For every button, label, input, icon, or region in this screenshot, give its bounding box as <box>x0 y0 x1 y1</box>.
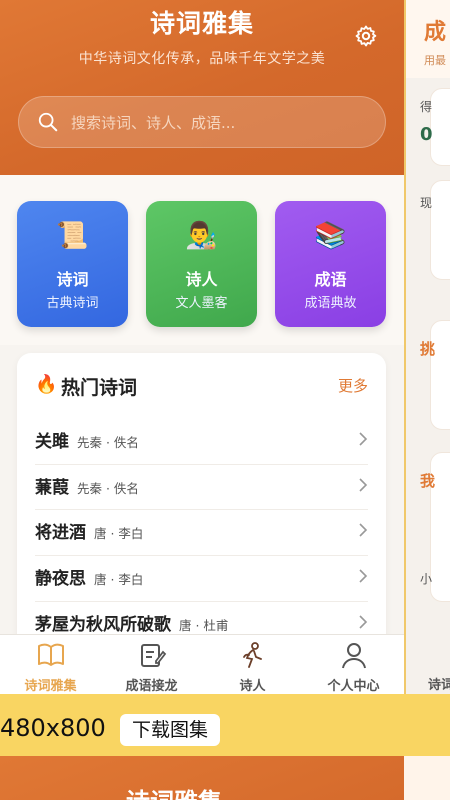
peek-card-value: 0 <box>420 124 433 145</box>
main-screen: 诗词雅集 中华诗词文化传承，品味千年文学之美 📜 诗词 古典诗词 👨‍🎨 诗人 … <box>0 0 404 694</box>
peek-tab-label: 诗词 <box>428 678 450 693</box>
tab-label: 个人中心 <box>327 679 380 694</box>
tab-idiom-chain[interactable]: 成语接龙 <box>101 635 202 694</box>
resolution-label: 480x800 <box>0 714 106 742</box>
category-card-poets[interactable]: 👨‍🎨 诗人 文人墨客 <box>146 201 257 327</box>
category-subtitle: 古典诗词 <box>46 296 99 311</box>
hot-poems-header: 🔥 热门诗词 更多 <box>35 373 368 399</box>
peek-card-sub: 小 <box>420 572 433 586</box>
chevron-right-icon <box>359 523 368 537</box>
poem-title: 茅屋为秋风所破歌 <box>35 614 171 635</box>
peek-card-label: 我 <box>420 472 436 490</box>
category-title: 诗词 <box>56 270 89 289</box>
app-title: 诗词雅集 <box>149 9 254 38</box>
category-subtitle: 成语典故 <box>304 296 357 311</box>
search-input[interactable] <box>71 97 371 149</box>
fire-icon: 🔥 <box>35 374 58 395</box>
category-title: 诗人 <box>185 270 218 289</box>
poet-icon <box>243 642 262 668</box>
list-item[interactable]: 蒹葭 先秦 · 佚名 <box>35 465 368 511</box>
category-subtitle: 文人墨客 <box>175 296 228 311</box>
category-section: 📜 诗词 古典诗词 👨‍🎨 诗人 文人墨客 📚 成语 成语典故 <box>0 175 404 345</box>
hot-poems-card: 🔥 热门诗词 更多 关雎 先秦 · 佚名 蒹葭 先秦 · 佚名 将进酒唐 · 李白 … <box>17 353 386 653</box>
app-subtitle: 中华诗词文化传承，品味千年文学之美 <box>78 51 326 67</box>
category-title: 成语 <box>314 270 347 289</box>
bottom-peek-title: 诗词雅集 <box>126 782 222 800</box>
peek-header: 成 用最 <box>406 0 450 78</box>
peek-card-label: 得 <box>420 100 433 114</box>
search-bar[interactable] <box>18 96 386 149</box>
poem-list: 关雎 先秦 · 佚名 蒹葭 先秦 · 佚名 将进酒唐 · 李白 静夜思唐 · 李白 … <box>35 419 368 647</box>
peek-card-label: 现 <box>420 196 433 210</box>
peek-card <box>430 180 450 280</box>
list-item[interactable]: 静夜思唐 · 李白 <box>35 556 368 602</box>
artist-icon: 👨‍🎨 <box>185 221 218 251</box>
tab-label: 诗人 <box>239 679 266 694</box>
poem-meta: 唐 · 李白 <box>94 526 144 542</box>
caption-strip: 480x800 下载图集 <box>0 694 450 756</box>
poem-meta: 先秦 · 佚名 <box>77 435 139 450</box>
user-icon <box>342 643 366 669</box>
section-title: 热门诗词 <box>61 377 138 399</box>
poem-meta: 唐 · 杜甫 <box>179 617 229 633</box>
peek-card <box>430 88 450 166</box>
peek-card <box>430 320 450 430</box>
poem-title: 关雎 <box>35 432 69 452</box>
bottom-right-peek <box>404 756 450 800</box>
list-item[interactable]: 将进酒唐 · 李白 <box>35 510 368 557</box>
header: 诗词雅集 中华诗词文化传承，品味千年文学之美 <box>0 0 404 175</box>
tab-poets[interactable]: 诗人 <box>202 635 303 694</box>
chevron-right-icon <box>359 569 368 583</box>
poem-meta: 先秦 · 佚名 <box>77 480 139 496</box>
tab-label: 诗词雅集 <box>24 679 77 694</box>
poem-meta: 唐 · 李白 <box>94 572 144 588</box>
list-item[interactable]: 关雎 先秦 · 佚名 <box>35 419 368 465</box>
tab-poems[interactable]: 诗词雅集 <box>0 635 101 694</box>
bottom-tab-bar: 诗词雅集 成语接龙 诗人 个人中心 <box>0 634 404 694</box>
tab-profile[interactable]: 个人中心 <box>303 635 404 694</box>
next-screen-peek: 成 用最 得 0 现 挑 我 小 诗词 <box>406 0 450 694</box>
category-card-poems[interactable]: 📜 诗词 古典诗词 <box>17 201 128 327</box>
peek-subtitle: 用最 <box>424 54 446 67</box>
peek-card-label: 挑 <box>420 340 436 358</box>
search-icon <box>38 112 58 132</box>
book-icon <box>38 643 64 666</box>
edit-doc-icon <box>141 644 167 667</box>
poem-title: 静夜思 <box>35 569 86 590</box>
chevron-right-icon <box>359 432 368 446</box>
more-link[interactable]: 更多 <box>338 375 368 396</box>
poem-title: 蒹葭 <box>35 477 69 498</box>
chevron-right-icon <box>359 615 368 629</box>
poem-title: 将进酒 <box>35 523 86 544</box>
scroll-icon: 📜 <box>56 221 89 251</box>
gear-icon[interactable] <box>354 24 378 48</box>
peek-title: 成 <box>424 20 447 45</box>
bottom-screen-peek: 诗词雅集 <box>0 756 450 800</box>
chevron-right-icon <box>359 478 368 492</box>
tab-label: 成语接龙 <box>125 679 178 694</box>
books-icon: 📚 <box>314 221 347 251</box>
category-card-idioms[interactable]: 📚 成语 成语典故 <box>275 201 386 327</box>
download-button[interactable]: 下载图集 <box>120 714 220 746</box>
